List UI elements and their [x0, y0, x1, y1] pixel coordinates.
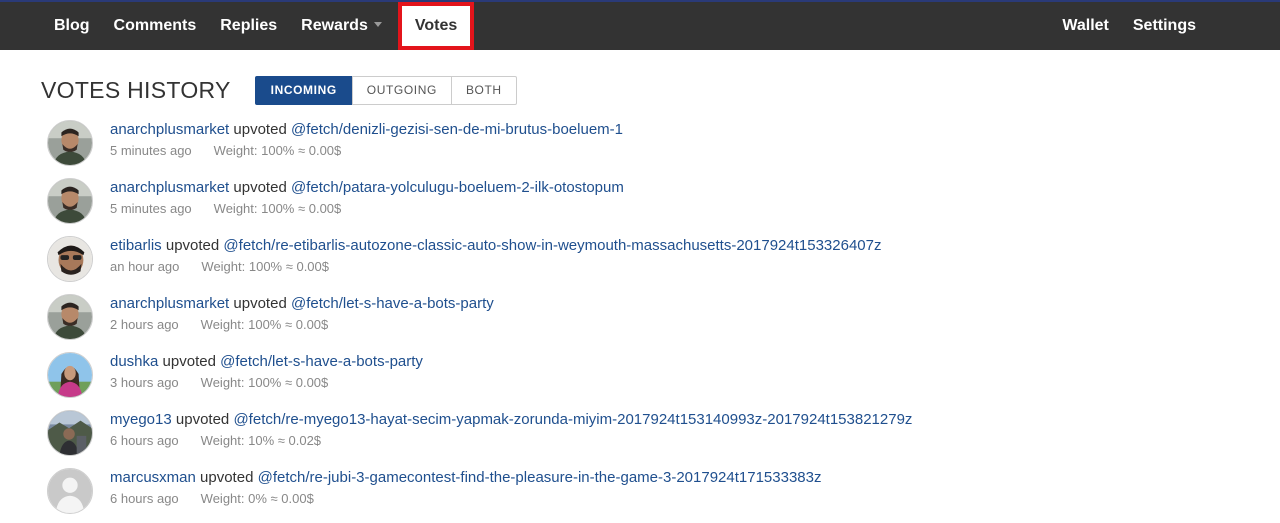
post-link[interactable]: @fetch/denizli-gezisi-sen-de-mi-brutus-b… — [291, 121, 623, 138]
vote-weight: Weight: 10% ≈ 0.02$ — [200, 433, 322, 448]
vote-time: an hour ago — [110, 259, 180, 274]
vote-time: 2 hours ago — [110, 317, 179, 332]
primary-nav: Blog Comments Replies Rewards Votes — [42, 2, 475, 50]
vote-meta: 5 minutes ago Weight: 100% ≈ 0.00$ — [110, 142, 341, 159]
vote-action: upvoted — [165, 237, 220, 254]
post-link[interactable]: @fetch/re-jubi-3-gamecontest-find-the-pl… — [258, 469, 822, 486]
vote-action: upvoted — [175, 411, 230, 428]
vote-time: 6 hours ago — [110, 491, 179, 506]
vote-weight: Weight: 100% ≈ 0.00$ — [200, 375, 329, 390]
tab-outgoing[interactable]: OUTGOING — [351, 76, 452, 105]
caret-down-icon — [373, 22, 382, 27]
vote-item: anarchplusmarket upvoted @fetch/let-s-ha… — [47, 291, 1247, 349]
vote-item: anarchplusmarket upvoted @fetch/patara-y… — [47, 175, 1247, 233]
vote-weight: Weight: 100% ≈ 0.00$ — [201, 259, 329, 274]
avatar[interactable] — [47, 178, 93, 224]
vote-action: upvoted — [233, 121, 287, 138]
vote-description: myego13 upvoted @fetch/re-myego13-hayat-… — [110, 410, 912, 430]
vote-meta: 6 hours ago Weight: 10% ≈ 0.02$ — [110, 432, 321, 449]
bearded-man-avatar-icon — [48, 121, 92, 165]
voter-link[interactable]: dushka — [110, 353, 158, 370]
nav-rewards-dropdown[interactable]: Rewards — [289, 2, 394, 50]
vote-action: upvoted — [200, 469, 254, 486]
secondary-nav: Wallet Settings — [1050, 2, 1208, 50]
tab-incoming[interactable]: INCOMING — [254, 76, 353, 105]
avatar[interactable] — [47, 236, 93, 282]
avatar[interactable] — [47, 352, 93, 398]
vote-meta: 2 hours ago Weight: 100% ≈ 0.00$ — [110, 316, 328, 333]
vote-action: upvoted — [233, 295, 287, 312]
nav-replies[interactable]: Replies — [208, 2, 289, 50]
woman-outdoors-avatar-icon — [48, 353, 92, 397]
vote-description: etibarlis upvoted @fetch/re-etibarlis-au… — [110, 236, 881, 256]
vote-action: upvoted — [162, 353, 216, 370]
vote-time: 6 hours ago — [110, 433, 179, 448]
page-title: VOTES HISTORY — [41, 77, 231, 103]
voter-link[interactable]: anarchplusmarket — [110, 295, 229, 312]
vote-time: 3 hours ago — [110, 375, 179, 390]
vote-weight: Weight: 100% ≈ 0.00$ — [200, 317, 329, 332]
vote-item: myego13 upvoted @fetch/re-myego13-hayat-… — [47, 407, 1247, 465]
post-link[interactable]: @fetch/let-s-have-a-bots-party — [291, 295, 494, 312]
top-navigation-bar: Blog Comments Replies Rewards Votes Wall… — [0, 0, 1280, 50]
vote-time: 5 minutes ago — [110, 143, 192, 158]
vote-item: etibarlis upvoted @fetch/re-etibarlis-au… — [47, 233, 1247, 291]
tab-both[interactable]: BOTH — [450, 76, 517, 105]
vote-description: marcusxman upvoted @fetch/re-jubi-3-game… — [110, 468, 821, 488]
nav-votes[interactable]: Votes — [397, 2, 475, 50]
vote-weight: Weight: 100% ≈ 0.00$ — [213, 143, 342, 158]
person-landscape-avatar-icon — [48, 411, 92, 455]
voter-link[interactable]: marcusxman — [110, 469, 196, 486]
avatar[interactable] — [47, 468, 93, 514]
votes-list: anarchplusmarket upvoted @fetch/denizli-… — [47, 117, 1247, 523]
bearded-man-avatar-icon — [48, 179, 92, 223]
voter-link[interactable]: etibarlis — [110, 237, 162, 254]
nav-settings[interactable]: Settings — [1121, 2, 1208, 50]
default-user-avatar-icon — [48, 469, 92, 513]
vote-action: upvoted — [233, 179, 287, 196]
vote-item: marcusxman upvoted @fetch/re-jubi-3-game… — [47, 465, 1247, 523]
vote-description: anarchplusmarket upvoted @fetch/let-s-ha… — [110, 294, 494, 314]
votes-filter-tabs: INCOMING OUTGOING BOTH — [254, 76, 517, 105]
vote-weight: Weight: 100% ≈ 0.00$ — [213, 201, 342, 216]
nav-blog[interactable]: Blog — [42, 2, 102, 50]
post-link[interactable]: @fetch/let-s-have-a-bots-party — [220, 353, 423, 370]
post-link[interactable]: @fetch/patara-yolculugu-boeluem-2-ilk-ot… — [291, 179, 624, 196]
avatar[interactable] — [47, 294, 93, 340]
voter-link[interactable]: anarchplusmarket — [110, 121, 229, 138]
vote-item: dushka upvoted @fetch/let-s-have-a-bots-… — [47, 349, 1247, 407]
avatar[interactable] — [47, 410, 93, 456]
voter-link[interactable]: anarchplusmarket — [110, 179, 229, 196]
votes-header: VOTES HISTORY INCOMING OUTGOING BOTH — [41, 76, 517, 105]
bearded-man-avatar-icon — [48, 295, 92, 339]
avatar[interactable] — [47, 120, 93, 166]
vote-weight: Weight: 0% ≈ 0.00$ — [200, 491, 314, 506]
nav-comments[interactable]: Comments — [102, 2, 209, 50]
vote-time: 5 minutes ago — [110, 201, 192, 216]
nav-rewards-label: Rewards — [301, 17, 368, 34]
man-selfie-avatar-icon — [48, 237, 92, 281]
vote-meta: 6 hours ago Weight: 0% ≈ 0.00$ — [110, 490, 314, 507]
vote-meta: 5 minutes ago Weight: 100% ≈ 0.00$ — [110, 200, 341, 217]
vote-meta: 3 hours ago Weight: 100% ≈ 0.00$ — [110, 374, 328, 391]
vote-description: dushka upvoted @fetch/let-s-have-a-bots-… — [110, 352, 423, 372]
post-link[interactable]: @fetch/re-myego13-hayat-secim-yapmak-zor… — [233, 411, 912, 428]
vote-description: anarchplusmarket upvoted @fetch/patara-y… — [110, 178, 624, 198]
post-link[interactable]: @fetch/re-etibarlis-autozone-classic-aut… — [223, 237, 881, 254]
voter-link[interactable]: myego13 — [110, 411, 172, 428]
nav-wallet[interactable]: Wallet — [1050, 2, 1121, 50]
vote-meta: an hour ago Weight: 100% ≈ 0.00$ — [110, 258, 329, 275]
vote-description: anarchplusmarket upvoted @fetch/denizli-… — [110, 120, 623, 140]
vote-item: anarchplusmarket upvoted @fetch/denizli-… — [47, 117, 1247, 175]
